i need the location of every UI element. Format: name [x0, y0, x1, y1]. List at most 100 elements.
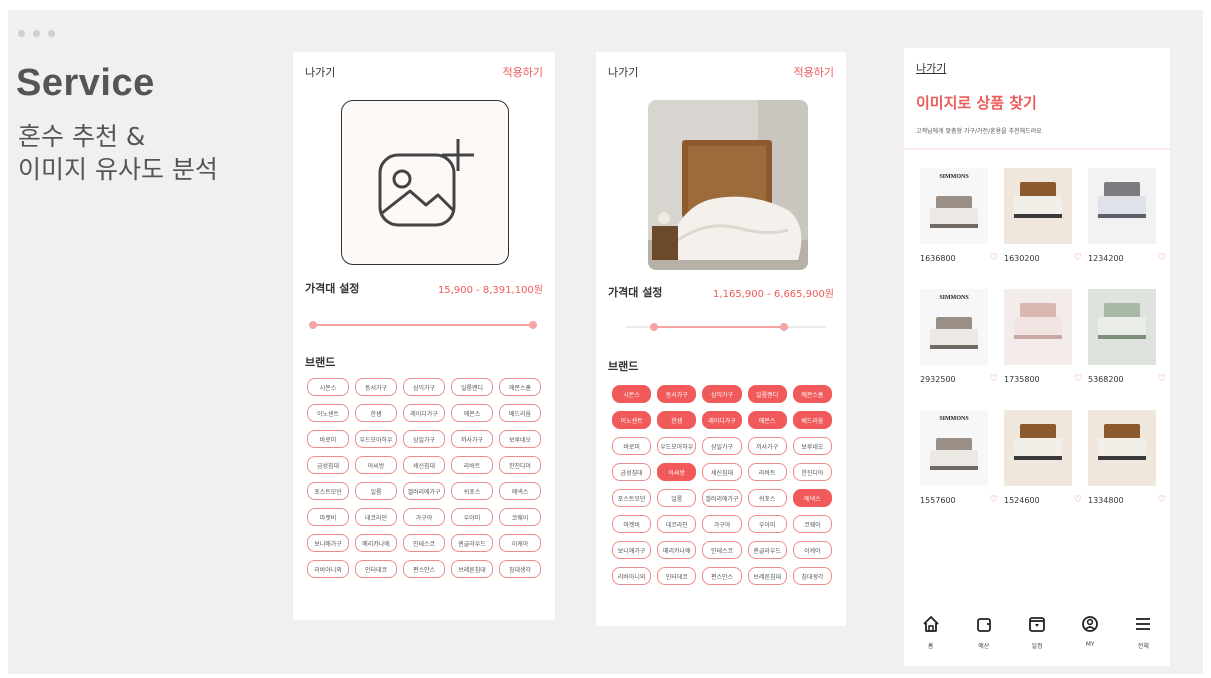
brand-chip[interactable]: 시몬스: [612, 385, 652, 403]
brand-chip[interactable]: 아씨방: [355, 456, 397, 474]
brand-chip[interactable]: 에넥스: [792, 489, 832, 507]
brand-chip[interactable]: 갤러리에가구: [403, 482, 445, 500]
product-card[interactable]: 1630200 ♡: [1004, 168, 1082, 263]
brand-chip[interactable]: 라바트: [451, 456, 493, 474]
brand-chip[interactable]: 이케아: [792, 541, 832, 559]
brand-chip[interactable]: 이케아: [499, 534, 541, 552]
brand-chip[interactable]: 일룸: [657, 489, 697, 507]
back-button[interactable]: 나가기: [608, 64, 638, 80]
brand-chip[interactable]: 베드리움: [792, 411, 832, 429]
uploaded-bed-photo[interactable]: [648, 100, 808, 270]
heart-icon[interactable]: ♡: [1158, 496, 1166, 505]
brand-chip[interactable]: 가구야: [403, 508, 445, 526]
brand-chip[interactable]: 메리카나에: [355, 534, 397, 552]
brand-chip[interactable]: 인테스코: [403, 534, 445, 552]
brand-chip[interactable]: 데코라인: [657, 515, 697, 533]
brand-chip[interactable]: 편스안스: [403, 560, 445, 578]
brand-chip[interactable]: 브레른침대: [747, 567, 787, 585]
brand-chip[interactable]: 퀸글라우드: [747, 541, 787, 559]
price-slider-max-handle[interactable]: [780, 323, 788, 331]
brand-chip[interactable]: 한샘: [355, 404, 397, 422]
heart-icon[interactable]: ♡: [1158, 375, 1166, 384]
brand-chip[interactable]: 에몬스: [747, 411, 787, 429]
brand-chip[interactable]: 에넥스: [499, 482, 541, 500]
tab-menu[interactable]: 전체: [1121, 614, 1165, 650]
brand-chip[interactable]: 코웨이: [792, 515, 832, 533]
back-button[interactable]: 나가기: [305, 64, 335, 80]
brand-chip[interactable]: 세신침대: [702, 463, 742, 481]
brand-chip[interactable]: 바로미: [612, 437, 652, 455]
brand-chip[interactable]: 우아미: [747, 515, 787, 533]
brand-chip[interactable]: 세신침대: [403, 456, 445, 474]
product-image[interactable]: [1004, 289, 1072, 365]
product-image[interactable]: [1088, 410, 1156, 486]
brand-chip[interactable]: 금성침대: [307, 456, 349, 474]
brand-chip[interactable]: 까사가구: [451, 430, 493, 448]
product-card[interactable]: SIMMONS 2932500 ♡: [920, 289, 998, 384]
brand-chip[interactable]: 보니애가구: [307, 534, 349, 552]
brand-chip[interactable]: 인터데코: [657, 567, 697, 585]
product-image[interactable]: SIMMONS: [920, 410, 988, 486]
price-slider-min-handle[interactable]: [309, 321, 317, 329]
brand-chip[interactable]: 한진디아: [499, 456, 541, 474]
tab-home[interactable]: 홈: [909, 614, 953, 650]
brand-chip[interactable]: 브레른침대: [451, 560, 493, 578]
price-slider-min-handle[interactable]: [650, 323, 658, 331]
brand-chip[interactable]: 인테스코: [702, 541, 742, 559]
brand-chip[interactable]: 우아미: [451, 508, 493, 526]
tab-calendar[interactable]: 일정: [1015, 614, 1059, 650]
brand-chip[interactable]: 시몬스: [307, 378, 349, 396]
price-slider[interactable]: [626, 320, 826, 334]
brand-chip[interactable]: 갤러리에가구: [702, 489, 742, 507]
brand-chip[interactable]: 삼일가구: [702, 437, 742, 455]
brand-chip[interactable]: 한샘: [657, 411, 697, 429]
brand-chip[interactable]: 포스트모던: [612, 489, 652, 507]
brand-chip[interactable]: 일룸랜디: [451, 378, 493, 396]
product-card[interactable]: 1735800 ♡: [1004, 289, 1082, 384]
brand-chip[interactable]: 마켓비: [612, 515, 652, 533]
brand-chip[interactable]: 쉬포스: [451, 482, 493, 500]
tab-wallet[interactable]: 예산: [962, 614, 1006, 650]
apply-button[interactable]: 적용하기: [503, 64, 543, 80]
brand-chip[interactable]: 금성침대: [612, 463, 652, 481]
brand-chip[interactable]: 우드모아하우: [657, 437, 697, 455]
product-card[interactable]: 1234200 ♡: [1088, 168, 1166, 263]
apply-button[interactable]: 적용하기: [794, 64, 834, 80]
brand-chip[interactable]: 코웨이: [499, 508, 541, 526]
product-card[interactable]: SIMMONS 1557600 ♡: [920, 410, 998, 505]
brand-chip[interactable]: 베드리움: [499, 404, 541, 422]
brand-chip[interactable]: 삼익가구: [702, 385, 742, 403]
heart-icon[interactable]: ♡: [1074, 375, 1082, 384]
brand-chip[interactable]: 일룸: [355, 482, 397, 500]
product-image[interactable]: [1004, 168, 1072, 244]
brand-chip[interactable]: 라바트: [747, 463, 787, 481]
heart-icon[interactable]: ♡: [1074, 254, 1082, 263]
heart-icon[interactable]: ♡: [1158, 254, 1166, 263]
brand-chip[interactable]: 바로미: [307, 430, 349, 448]
tab-user[interactable]: MY: [1068, 614, 1112, 650]
heart-icon[interactable]: ♡: [1074, 496, 1082, 505]
brand-chip[interactable]: 에몬스홈: [499, 378, 541, 396]
brand-chip[interactable]: 보니애가구: [612, 541, 652, 559]
brand-chip[interactable]: 데코라인: [355, 508, 397, 526]
brand-chip[interactable]: 까사가구: [747, 437, 787, 455]
brand-chip[interactable]: 침대생각: [499, 560, 541, 578]
brand-chip[interactable]: 인터데코: [355, 560, 397, 578]
brand-chip[interactable]: 메리카나에: [657, 541, 697, 559]
brand-chip[interactable]: 삼일가구: [403, 430, 445, 448]
heart-icon[interactable]: ♡: [990, 496, 998, 505]
image-upload-box[interactable]: [341, 100, 509, 265]
product-image[interactable]: [1088, 168, 1156, 244]
brand-chip[interactable]: 침대생각: [792, 567, 832, 585]
brand-chip[interactable]: 동서가구: [657, 385, 697, 403]
product-image[interactable]: SIMMONS: [920, 289, 988, 365]
brand-chip[interactable]: 리바아니외: [612, 567, 652, 585]
price-slider[interactable]: [309, 318, 537, 332]
brand-chip[interactable]: 가구야: [702, 515, 742, 533]
brand-chip[interactable]: 한진디아: [792, 463, 832, 481]
heart-icon[interactable]: ♡: [990, 375, 998, 384]
brand-chip[interactable]: 아씨방: [657, 463, 697, 481]
brand-chip[interactable]: 리바아니외: [307, 560, 349, 578]
product-image[interactable]: [1088, 289, 1156, 365]
product-card[interactable]: SIMMONS 1636800 ♡: [920, 168, 998, 263]
